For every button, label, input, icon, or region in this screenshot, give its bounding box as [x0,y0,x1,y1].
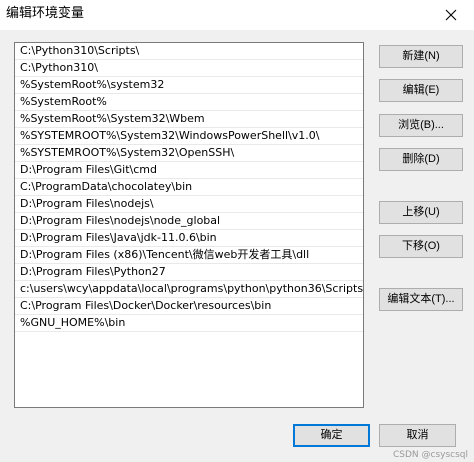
path-list-item[interactable]: D:\Program Files (x86)\Tencent\微信web开发者工… [15,247,363,264]
title-bar: 编辑环境变量 [0,0,474,30]
edit-env-var-dialog: 编辑环境变量 C:\Python310\Scripts\ C:\Python31… [0,0,474,462]
window-title: 编辑环境变量 [6,6,85,21]
move-down-button[interactable]: 下移(O) [379,235,463,258]
watermark: CSDN @csyscsql [392,450,468,460]
path-list-item[interactable]: %SystemRoot%\system32 [15,77,363,94]
path-list-item[interactable]: D:\Program Files\Git\cmd [15,162,363,179]
path-list-item[interactable]: %SystemRoot% [15,94,363,111]
delete-button[interactable]: 删除(D) [379,148,463,171]
close-icon [445,9,457,21]
path-list-item[interactable]: D:\Program Files\Python27 [15,264,363,281]
path-list-item[interactable]: D:\Program Files\nodejs\ [15,196,363,213]
new-button[interactable]: 新建(N) [379,45,463,68]
path-list-item[interactable]: c:\users\wcy\appdata\local\programs\pyth… [15,281,363,298]
move-up-button[interactable]: 上移(U) [379,201,463,224]
path-list-item[interactable]: %GNU_HOME%\bin [15,315,363,332]
path-list-item[interactable]: D:\Program Files\Java\jdk-11.0.6\bin [15,230,363,247]
path-list-item[interactable]: C:\Program Files\Docker\Docker\resources… [15,298,363,315]
path-list-item[interactable]: C:\Python310\Scripts\ [15,43,363,60]
path-list-item[interactable]: D:\Program Files\nodejs\node_global [15,213,363,230]
ok-button[interactable]: 确定 [293,424,370,447]
path-list-item[interactable]: %SYSTEMROOT%\System32\WindowsPowerShell\… [15,128,363,145]
edit-text-button[interactable]: 编辑文本(T)... [379,288,463,311]
path-list-item[interactable]: C:\Python310\ [15,60,363,77]
edit-button[interactable]: 编辑(E) [379,79,463,102]
cancel-button[interactable]: 取消 [379,424,456,447]
path-list-item[interactable]: C:\ProgramData\chocolatey\bin [15,179,363,196]
path-list[interactable]: C:\Python310\Scripts\ C:\Python310\ %Sys… [14,42,364,408]
path-list-item[interactable]: %SystemRoot%\System32\Wbem [15,111,363,128]
path-list-item[interactable]: %SYSTEMROOT%\System32\OpenSSH\ [15,145,363,162]
close-button[interactable] [428,0,474,30]
browse-button[interactable]: 浏览(B)... [379,114,463,137]
